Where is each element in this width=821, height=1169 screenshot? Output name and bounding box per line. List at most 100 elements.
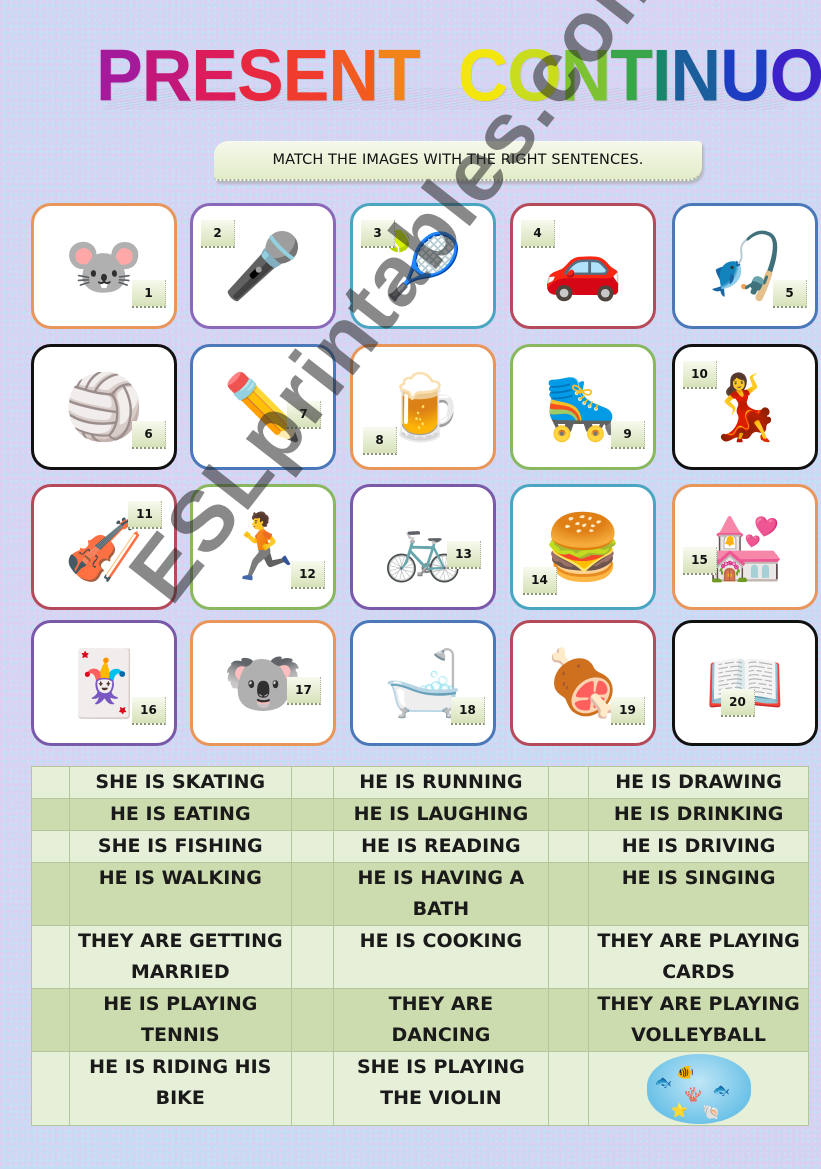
fish-decoration-icon: 🪸	[684, 1087, 703, 1103]
title-letter: O	[769, 34, 821, 117]
picture-number-label: 17	[287, 677, 321, 705]
picture-number-label: 6	[132, 421, 166, 449]
answer-blank-cell[interactable]	[31, 798, 70, 831]
fish-decoration-icon: ⭐	[670, 1103, 689, 1119]
title-letter: T	[377, 34, 421, 117]
answer-blank-cell[interactable]	[548, 862, 590, 926]
picture-number-label: 2	[201, 220, 235, 248]
picture-number-label: 12	[291, 561, 325, 589]
sentence-cell: THEY ARE DANCING	[332, 988, 550, 1052]
sentences-table: SHE IS SKATING HE IS RUNNING HE IS DRAWING…	[31, 766, 809, 1126]
title-letter: O	[507, 34, 561, 117]
fish-decoration-icon: 🐟	[712, 1083, 731, 1099]
picture-card: 🛼 9	[510, 344, 656, 470]
picture-number-label: 4	[521, 220, 555, 248]
picture-card: 🛁 18	[350, 620, 496, 746]
title-letter: C	[457, 34, 509, 117]
sentence-row: SHE IS SKATING HE IS RUNNING HE IS DRAWING	[31, 766, 809, 799]
answer-blank-cell[interactable]	[31, 925, 70, 989]
answer-blank-cell[interactable]	[548, 766, 590, 799]
sentence-cell: THEY ARE GETTING MARRIED	[68, 925, 292, 989]
underwater-fish-image: 🐟 🐠 🪸 🐟 ⭐ 🐚	[646, 1054, 751, 1124]
picture-card: 🚗 4	[510, 203, 656, 329]
title-letter: E	[282, 34, 330, 117]
picture-number-label: 19	[611, 697, 645, 725]
picture-card: 🍔 14	[510, 484, 656, 610]
answer-blank-cell[interactable]	[31, 830, 70, 863]
picture-card: 🎾 3	[350, 203, 496, 329]
instruction-banner: MATCH THE IMAGES WITH THE RIGHT SENTENCE…	[214, 141, 702, 181]
picture-card: 🚲 13	[350, 484, 496, 610]
picture-card: ✏️ 7	[190, 344, 336, 470]
answer-blank-cell[interactable]	[31, 1051, 70, 1126]
page-title: PRESENT CONTINUOUS	[96, 34, 821, 117]
picture-number-label: 7	[287, 401, 321, 429]
title-word-present: PRESENT	[96, 34, 421, 117]
picture-number-label: 14	[523, 567, 557, 595]
picture-number-label: 15	[683, 547, 717, 575]
sentence-cell: HE IS DRIVING	[588, 830, 809, 863]
answer-blank-cell[interactable]	[290, 830, 334, 863]
fish-decoration-icon: 🐟	[654, 1075, 673, 1091]
picture-card: 💒 15	[672, 484, 818, 610]
answer-blank-cell[interactable]	[548, 830, 590, 863]
dog-reading-image: 📖	[705, 647, 785, 719]
title-letter: N	[328, 34, 379, 117]
picture-number-label: 9	[611, 421, 645, 449]
answer-blank-cell[interactable]	[548, 988, 590, 1052]
sentence-cell: HE IS DRAWING	[588, 766, 809, 799]
title-letter: N	[670, 34, 722, 117]
picture-card: 🏃 12	[190, 484, 336, 610]
picture-card: 🏐 6	[31, 344, 177, 470]
picture-number-label: 3	[361, 220, 395, 248]
sentence-cell: HE IS HAVING A BATH	[332, 862, 550, 926]
answer-blank-cell[interactable]	[290, 862, 334, 926]
title-letter: T	[610, 34, 653, 117]
answer-blank-cell[interactable]	[290, 1051, 334, 1126]
sentence-cell: HE IS RIDING HIS BIKE	[68, 1051, 292, 1126]
answer-blank-cell[interactable]	[548, 1051, 590, 1126]
picture-number-label: 18	[451, 697, 485, 725]
picture-card: 🍺 8	[350, 344, 496, 470]
sentence-row: HE IS PLAYING TENNIS THEY ARE DANCING THEY…	[31, 988, 809, 1052]
sentence-cell: HE IS RUNNING	[332, 766, 550, 799]
picture-number-label: 13	[447, 541, 481, 569]
answer-blank-cell[interactable]	[290, 925, 334, 989]
sentence-cell: HE IS EATING	[68, 798, 292, 831]
title-letter: R	[141, 34, 193, 117]
picture-number-label: 11	[128, 501, 162, 529]
sentence-cell: HE IS LAUGHING	[332, 798, 550, 831]
decoration-cell: 🐟 🐠 🪸 🐟 ⭐ 🐚	[588, 1051, 809, 1126]
answer-blank-cell[interactable]	[548, 925, 590, 989]
picture-number-label: 1	[132, 280, 166, 308]
picture-card: 🃏 16	[31, 620, 177, 746]
sentence-row: SHE IS FISHING HE IS READING HE IS DRIVING	[31, 830, 809, 863]
sentence-cell: SHE IS PLAYING THE VIOLIN	[332, 1051, 550, 1126]
picture-card: 🐨 17	[190, 620, 336, 746]
title-letter: I	[652, 34, 671, 117]
sentence-cell: HE IS WALKING	[68, 862, 292, 926]
sentence-cell: HE IS DRINKING	[588, 798, 809, 831]
answer-blank-cell[interactable]	[290, 766, 334, 799]
answer-blank-cell[interactable]	[290, 988, 334, 1052]
picture-card: 🎤 2	[190, 203, 336, 329]
answer-blank-cell[interactable]	[31, 862, 70, 926]
picture-card: 📖 20	[672, 620, 818, 746]
fish-decoration-icon: 🐚	[702, 1105, 721, 1121]
title-letter: U	[720, 34, 771, 117]
picture-card: 🐭 1	[31, 203, 177, 329]
answer-blank-cell[interactable]	[31, 988, 70, 1052]
answer-blank-cell[interactable]	[548, 798, 590, 831]
title-letter: S	[236, 34, 284, 117]
answer-blank-cell[interactable]	[31, 766, 70, 799]
title-letter: E	[191, 34, 238, 117]
sentence-cell: HE IS READING	[332, 830, 550, 863]
sentence-row: HE IS WALKING HE IS HAVING A BATH HE IS SI…	[31, 862, 809, 926]
sentence-cell: HE IS COOKING	[332, 925, 550, 989]
answer-blank-cell[interactable]	[290, 798, 334, 831]
picture-number-label: 8	[363, 427, 397, 455]
picture-number-label: 10	[683, 361, 717, 389]
fish-decoration-icon: 🐠	[676, 1065, 695, 1081]
sentence-cell: HE IS PLAYING TENNIS	[68, 988, 292, 1052]
sentence-cell: HE IS SINGING	[588, 862, 809, 926]
